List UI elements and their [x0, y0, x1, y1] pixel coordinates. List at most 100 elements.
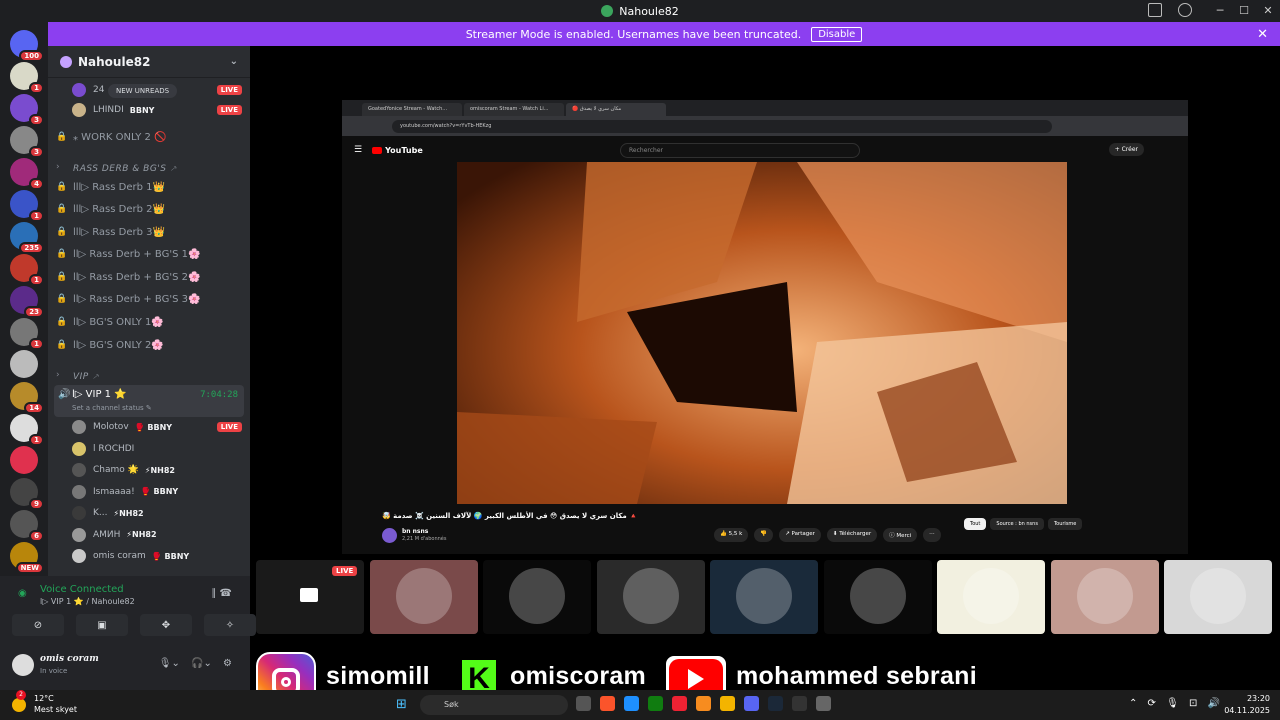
video-action-button[interactable]: ⬇ Télécharger: [826, 528, 878, 542]
server-icon[interactable]: 235: [10, 222, 44, 254]
channel-item[interactable]: 🔒 lll▷ Rass Derb 2👑: [56, 199, 246, 219]
voice-member[interactable]: K... ⚡NH82: [72, 503, 242, 523]
steam-icon[interactable]: [768, 696, 783, 711]
create-button[interactable]: + Créer: [1108, 143, 1144, 156]
obs-icon[interactable]: [792, 696, 807, 711]
voice-member[interactable]: AMИH ⚡NH82: [72, 525, 242, 545]
channel-item[interactable]: 🔒 ll▷ Rass Derb + BG'S 1🌸: [56, 244, 246, 264]
voice-member[interactable]: l ROCHDI: [72, 439, 242, 459]
system-tray[interactable]: ⌃ ⟳ 🎙 ⊡ 🔊: [1129, 698, 1220, 709]
channel-status[interactable]: Set a channel status ✎: [72, 404, 152, 412]
edge-icon[interactable]: [624, 696, 639, 711]
youtube-search-input[interactable]: Rechercher: [620, 143, 860, 158]
voice-status[interactable]: Voice Connected: [40, 584, 124, 595]
discord-icon[interactable]: [744, 696, 759, 711]
avatar-tile[interactable]: [369, 560, 478, 634]
avatar-tile[interactable]: [1050, 560, 1159, 634]
voice-member[interactable]: Chamo 🌟 ⚡NH82: [72, 460, 242, 480]
signal-icon[interactable]: ◉: [18, 588, 27, 599]
server-icon[interactable]: 9: [10, 478, 44, 510]
camera-button[interactable]: ⊘: [12, 614, 64, 636]
brave-icon[interactable]: [600, 696, 615, 711]
video-action-button[interactable]: ⓘ Merci: [883, 528, 918, 542]
minimize-button[interactable]: ─: [1208, 0, 1232, 22]
filter-chip[interactable]: Tout: [964, 518, 987, 530]
server-icon[interactable]: 1: [10, 254, 44, 286]
vip-voice-channel[interactable]: 🔊 l▷ VIP 1 ⭐ 7:04:28 Set a channel statu…: [54, 385, 244, 417]
video-action-button[interactable]: ⋯: [923, 528, 941, 542]
maximize-button[interactable]: ☐: [1232, 0, 1256, 22]
menu-icon[interactable]: ☰: [354, 145, 362, 155]
url-field[interactable]: youtube.com/watch?v=rYvTb-HEKzg: [392, 119, 1052, 133]
channel-item[interactable]: 🔒 ll▷ BG'S ONLY 1🌸: [56, 312, 246, 332]
channel-item[interactable]: 🔒 ll▷ BG'S ONLY 2🌸: [56, 335, 246, 355]
filter-chip[interactable]: Source : bn nsns: [990, 518, 1044, 530]
close-button[interactable]: ✕: [1256, 0, 1280, 22]
server-icon[interactable]: 1: [10, 414, 44, 446]
avatar-tile[interactable]: [823, 560, 932, 634]
server-icon[interactable]: 1: [10, 318, 44, 350]
user-controls[interactable]: 🎙⌄ 🎧⌄ ⚙: [159, 658, 232, 669]
avatar-tile[interactable]: [596, 560, 705, 634]
banner-close-icon[interactable]: ✕: [1257, 27, 1268, 42]
server-icon[interactable]: 3: [10, 126, 44, 158]
activities-button[interactable]: ✥: [140, 614, 192, 636]
server-icon[interactable]: 14: [10, 382, 44, 414]
video-action-button[interactable]: 👎: [754, 528, 774, 542]
browser-tab[interactable]: GoatedYonice Stream - Watch...: [362, 103, 462, 116]
server-icon[interactable]: [10, 446, 38, 474]
channel-item[interactable]: 🔒 ⁎ WORK ONLY 2 🚫: [56, 127, 246, 147]
taskbar-search[interactable]: Søk: [420, 695, 568, 715]
screen-share-button[interactable]: ▣: [76, 614, 128, 636]
channel-name[interactable]: bn nsns: [402, 528, 428, 535]
browser-tab[interactable]: 🔴 مكان سري لا يصدق: [566, 103, 666, 116]
app-icon[interactable]: [672, 696, 687, 711]
avatar-tile[interactable]: [710, 560, 818, 634]
server-icon[interactable]: NEW: [10, 542, 44, 574]
help-icon[interactable]: [1178, 3, 1192, 17]
video-action-button[interactable]: 👍 5,5 k: [714, 528, 749, 542]
voice-member[interactable]: Molotov 🥊 BBNY LIVE: [72, 417, 242, 437]
channel-category[interactable]: › VIP ⸕: [56, 365, 246, 385]
voice-member[interactable]: LHINDI BBNY LIVE: [72, 100, 242, 120]
clock[interactable]: 23:20 04.11.2025: [1224, 693, 1270, 717]
channel-category[interactable]: › RASS DERB & BG'S ⸕: [56, 157, 246, 177]
youtube-logo[interactable]: YouTube: [372, 146, 423, 155]
channel-avatar[interactable]: [382, 528, 397, 543]
inbox-icon[interactable]: [1148, 3, 1162, 17]
new-unreads-pill[interactable]: NEW UNREADS: [108, 84, 178, 98]
voice-member[interactable]: Ismaaaa! 🥊 BBNY: [72, 482, 242, 502]
stream-screen[interactable]: LIVE: [256, 560, 364, 634]
start-icon[interactable]: ⊞: [396, 697, 407, 712]
chevron-down-icon[interactable]: ⌄: [230, 56, 238, 67]
explorer-icon[interactable]: [720, 696, 735, 711]
server-icon[interactable]: 1: [10, 62, 44, 94]
avatar[interactable]: [12, 654, 34, 676]
avatar-tile[interactable]: [937, 560, 1045, 634]
avatar-tile[interactable]: [483, 560, 591, 634]
channel-item[interactable]: 🔒 lll▷ Rass Derb 1👑: [56, 177, 246, 197]
guild-header[interactable]: Nahoule82 ⌄: [48, 46, 250, 78]
video-player[interactable]: [457, 162, 1067, 504]
server-icon[interactable]: 4: [10, 158, 44, 190]
server-icon[interactable]: 23: [10, 286, 44, 318]
channel-item[interactable]: 🔒 ll▷ Rass Derb + BG'S 2🌸: [56, 267, 246, 287]
settings-icon[interactable]: [816, 696, 831, 711]
browser-tab[interactable]: omiscoram Stream - Watch Li...: [464, 103, 564, 116]
video-action-button[interactable]: ↗ Partager: [779, 528, 821, 542]
channel-item[interactable]: 🔒 ll▷ Rass Derb + BG'S 3🌸: [56, 289, 246, 309]
soundboard-button[interactable]: ✧: [204, 614, 256, 636]
channel-item[interactable]: 🔒 lll▷ Rass Derb 3👑: [56, 222, 246, 242]
task-view-icon[interactable]: [576, 696, 591, 711]
disable-button[interactable]: Disable: [811, 26, 863, 42]
server-icon[interactable]: 1: [10, 190, 44, 222]
voice-member[interactable]: omis coram 🥊 BBNY: [72, 546, 242, 566]
xbox-icon[interactable]: [648, 696, 663, 711]
disconnect-icon[interactable]: ∥ ☎: [211, 588, 232, 599]
vlc-icon[interactable]: [696, 696, 711, 711]
server-icon[interactable]: 3: [10, 94, 44, 126]
server-icon[interactable]: [10, 350, 38, 378]
server-icon[interactable]: 100: [10, 30, 44, 62]
server-icon[interactable]: 6: [10, 510, 44, 542]
filter-chip[interactable]: Tourisme: [1047, 518, 1083, 530]
